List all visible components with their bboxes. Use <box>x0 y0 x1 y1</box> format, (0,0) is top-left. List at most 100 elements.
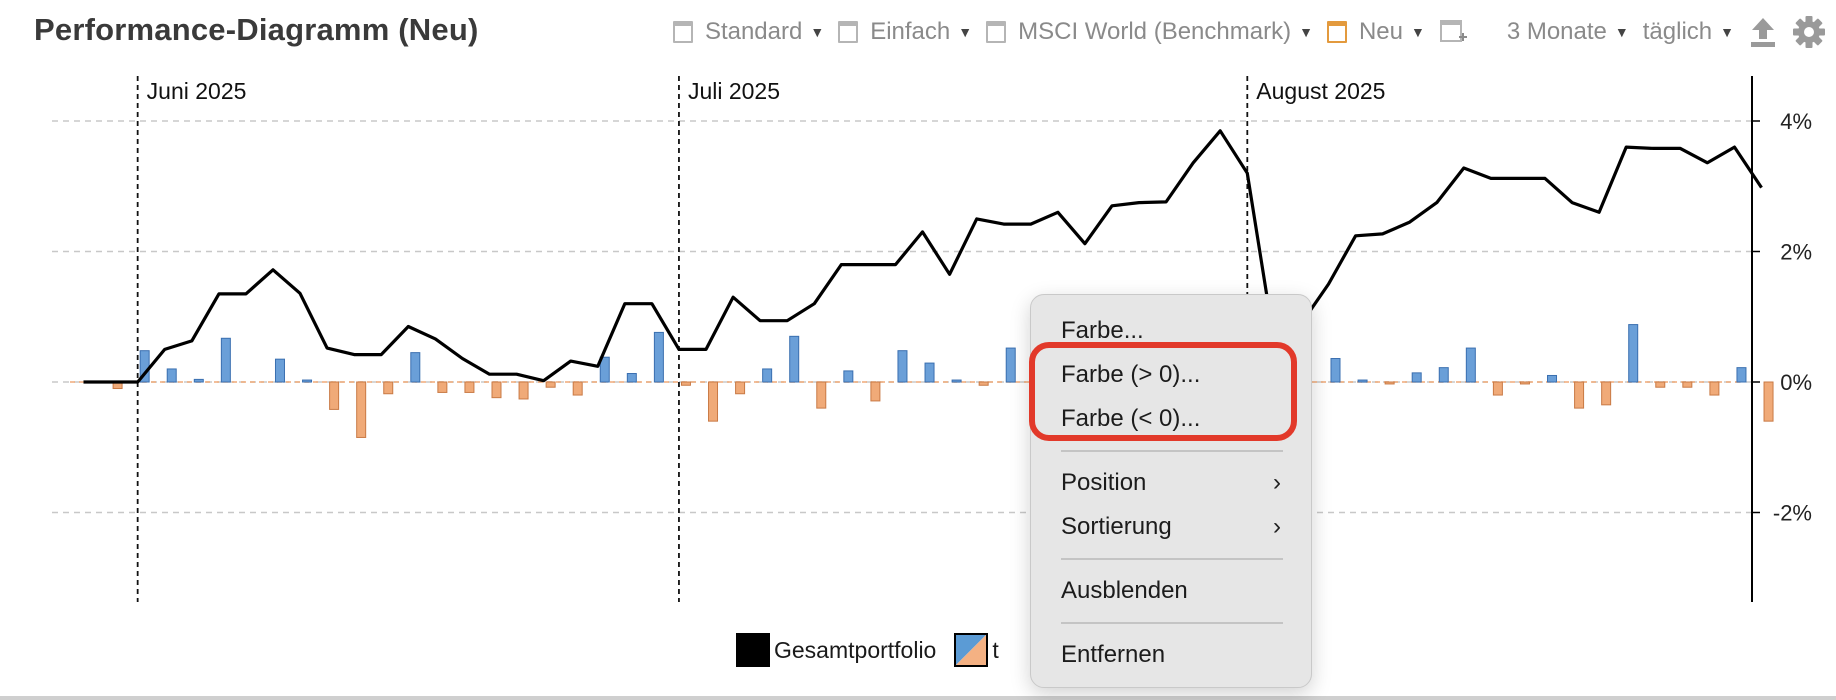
view-neu-label: Neu <box>1358 18 1403 45</box>
series-line-gesamtportfolio[interactable] <box>83 129 1763 384</box>
bar[interactable] <box>951 379 962 383</box>
bar[interactable] <box>1005 347 1016 383</box>
menu-item-label: Farbe (< 0)... <box>1061 405 1201 432</box>
bar[interactable] <box>329 381 340 410</box>
caret-down-icon: ▼ <box>1410 24 1425 40</box>
menu-item-farbe[interactable]: Farbe... <box>1031 309 1311 353</box>
bar[interactable] <box>274 358 285 383</box>
y-tick-label: 0% <box>1780 370 1812 395</box>
bar[interactable] <box>708 381 719 422</box>
bar[interactable] <box>843 370 854 383</box>
bar[interactable] <box>1438 367 1449 383</box>
bar[interactable] <box>356 381 367 438</box>
caret-down-icon: ▼ <box>1614 24 1629 40</box>
bar[interactable] <box>735 381 746 395</box>
chevron-right-icon: › <box>1273 513 1281 540</box>
bar[interactable] <box>491 381 502 399</box>
bar[interactable] <box>1601 381 1612 406</box>
performance-chart[interactable]: Juni 2025 Juli 2025 August 2025 4% 2% 0% -2% <box>0 62 1836 622</box>
bar[interactable] <box>545 381 556 388</box>
menu-item-entfernen[interactable]: Entfernen <box>1031 633 1311 677</box>
menu-item-farbe-negative[interactable]: Farbe (< 0)... <box>1031 397 1311 441</box>
bar[interactable] <box>383 381 394 395</box>
bar[interactable] <box>789 335 800 383</box>
interval-dropdown[interactable]: täglich ▼ <box>1643 14 1734 50</box>
period-dropdown[interactable]: 3 Monate ▼ <box>1507 14 1629 50</box>
bar[interactable] <box>1574 381 1585 409</box>
view-einfach-dropdown[interactable]: Einfach ▼ <box>838 14 972 50</box>
bar[interactable] <box>220 337 231 383</box>
bar[interactable] <box>464 381 475 393</box>
chart-header: Performance-Diagramm (Neu) Standard ▼ Ei… <box>0 0 1836 62</box>
bar[interactable] <box>1628 324 1639 383</box>
bar[interactable] <box>870 381 881 402</box>
window-icon <box>986 21 1007 43</box>
bar[interactable] <box>572 381 583 396</box>
bar[interactable] <box>680 381 691 386</box>
month-label: August 2025 <box>1256 78 1385 104</box>
y-axis: 4% 2% 0% -2% <box>1751 76 1812 602</box>
bar[interactable] <box>437 381 448 393</box>
export-button[interactable] <box>1748 15 1778 49</box>
bar[interactable] <box>166 368 177 383</box>
legend-item-gesamtportfolio[interactable]: Gesamtportfolio <box>736 633 936 667</box>
bar-series[interactable] <box>112 324 1774 438</box>
bar[interactable] <box>626 373 637 383</box>
bar[interactable] <box>924 362 935 383</box>
view-neu-dropdown[interactable]: Neu ▼ <box>1326 14 1425 50</box>
gear-icon <box>1793 16 1825 48</box>
bar[interactable] <box>1736 367 1747 383</box>
view-einfach-label: Einfach <box>870 18 951 45</box>
bar[interactable] <box>1547 374 1558 383</box>
caret-down-icon: ▼ <box>958 24 973 40</box>
bar[interactable] <box>518 381 529 400</box>
bar[interactable] <box>410 352 421 383</box>
month-label: Juli 2025 <box>688 78 780 104</box>
bar[interactable] <box>1709 381 1720 396</box>
bar[interactable] <box>1519 381 1530 385</box>
bar[interactable] <box>302 379 313 383</box>
menu-separator <box>1061 558 1283 560</box>
new-window-icon <box>1439 20 1467 42</box>
menu-item-label: Farbe (> 0)... <box>1061 361 1201 388</box>
menu-item-label: Ausblenden <box>1061 577 1188 604</box>
line-series[interactable] <box>83 129 1763 384</box>
bar[interactable] <box>1384 381 1395 385</box>
bar[interactable] <box>653 331 664 383</box>
bar[interactable] <box>1411 372 1422 383</box>
bar[interactable] <box>897 350 908 383</box>
benchmark-dropdown[interactable]: MSCI World (Benchmark) ▼ <box>986 14 1313 50</box>
bar[interactable] <box>816 381 827 409</box>
upload-icon <box>1751 18 1775 47</box>
menu-item-ausblenden[interactable]: Ausblenden <box>1031 569 1311 613</box>
bar[interactable] <box>1465 347 1476 383</box>
menu-separator <box>1061 450 1283 452</box>
bar[interactable] <box>762 368 773 383</box>
bar[interactable] <box>1655 381 1666 388</box>
y-tick-label: -2% <box>1773 501 1812 526</box>
caret-down-icon: ▼ <box>1720 24 1734 40</box>
menu-item-sortierung[interactable]: Sortierung › <box>1031 505 1311 549</box>
bar[interactable] <box>193 378 204 383</box>
new-window-button[interactable] <box>1439 17 1467 47</box>
y-tick-label: 2% <box>1780 240 1812 265</box>
divider <box>0 696 1836 700</box>
benchmark-label: MSCI World (Benchmark) <box>1018 18 1292 45</box>
menu-item-label: Sortierung <box>1061 513 1172 540</box>
bar[interactable] <box>1682 381 1693 388</box>
menu-item-label: Position <box>1061 469 1147 496</box>
bar[interactable] <box>1492 381 1503 396</box>
menu-item-farbe-positive[interactable]: Farbe (> 0)... <box>1031 353 1311 397</box>
bar[interactable] <box>1357 379 1368 383</box>
interval-label: täglich <box>1642 18 1713 45</box>
bar[interactable] <box>1763 381 1774 422</box>
view-standard-dropdown[interactable]: Standard ▼ <box>672 14 824 50</box>
menu-item-position[interactable]: Position › <box>1031 461 1311 505</box>
menu-item-label: Entfernen <box>1061 641 1166 668</box>
chevron-right-icon: › <box>1273 469 1281 496</box>
bar[interactable] <box>978 381 989 386</box>
settings-button[interactable] <box>1792 15 1826 49</box>
legend-item-t[interactable]: t <box>954 633 999 667</box>
legend-label: t <box>992 636 999 663</box>
bar[interactable] <box>1330 358 1341 383</box>
